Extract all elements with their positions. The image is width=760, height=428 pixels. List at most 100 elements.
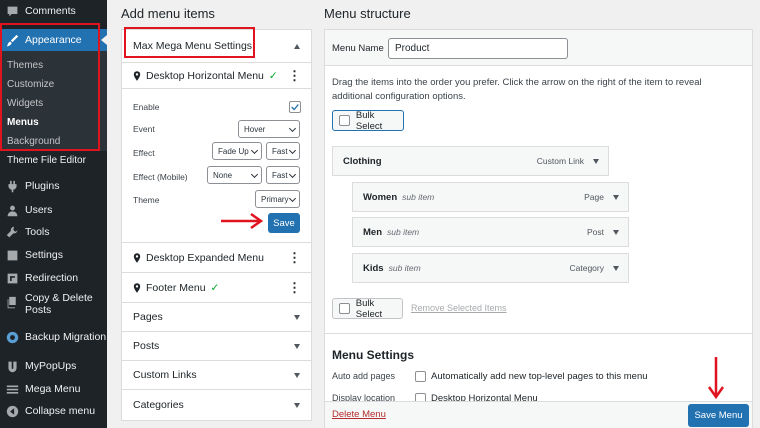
menu-item-clothing[interactable]: Clothing Custom Link [332, 146, 609, 176]
menu-item-kids[interactable]: Kids sub item Category [352, 253, 629, 283]
kebab-menu-icon[interactable]: ⋮ [288, 251, 301, 264]
section-posts[interactable]: Posts [122, 331, 311, 360]
sidebar-item-plugins[interactable]: Plugins [0, 175, 107, 197]
menu-item-men[interactable]: Men sub item Post [352, 217, 629, 247]
section-categories[interactable]: Categories [122, 389, 311, 420]
submenu-widgets[interactable]: Widgets [7, 98, 43, 109]
location-desktop-horizontal[interactable]: Desktop Horizontal Menu ✓ ⋮ [122, 62, 311, 88]
sidebar-item-copy-delete-posts[interactable]: Copy & Delete Posts [0, 292, 107, 322]
sidebar-item-comments[interactable]: Comments [0, 0, 107, 22]
enable-label: Enable [133, 102, 160, 112]
event-select[interactable]: Hover [238, 120, 300, 138]
menu-item-sub: sub item [388, 263, 421, 273]
location-pin-icon [133, 70, 141, 81]
theme-label: Theme [133, 195, 160, 205]
sidebar-item-settings[interactable]: Settings [0, 244, 107, 266]
location-label: Desktop Horizontal Menu [146, 69, 264, 82]
submenu-theme-file-editor[interactable]: Theme File Editor [7, 155, 86, 166]
sidebar-item-appearance[interactable]: Appearance [0, 29, 107, 51]
sidebar-item-redirection[interactable]: Redirection [0, 267, 107, 289]
chevron-down-icon [294, 343, 300, 349]
menu-structure-panel: Menu Name Product Drag the items into th… [324, 29, 753, 428]
theme-select[interactable]: Primary [255, 190, 300, 208]
save-button[interactable]: Save [268, 213, 300, 233]
add-items-panel: Max Mega Menu Settings Desktop Horizonta… [121, 29, 312, 421]
effect-speed-value: Fast [272, 146, 288, 156]
paintbrush-icon [5, 33, 19, 47]
users-icon [5, 203, 19, 217]
sidebar-item-label: Tools [25, 226, 50, 238]
mega-menu-settings-header[interactable]: Max Mega Menu Settings [122, 30, 311, 62]
display-location-checkbox[interactable] [415, 393, 426, 401]
location-settings-form: Enable Event Hover Effect Fade Up Fast E… [122, 88, 311, 240]
admin-sidebar: Comments Appearance Themes Customize Wid… [0, 0, 107, 428]
location-desktop-expanded[interactable]: Desktop Expanded Menu ⋮ [122, 242, 311, 272]
menu-item-type: Category [569, 263, 605, 273]
sidebar-item-mega-menu[interactable]: Mega Menu [0, 378, 107, 400]
sidebar-item-label: Backup Migration [25, 331, 107, 343]
auto-add-checkbox[interactable] [415, 371, 426, 382]
event-label: Event [133, 124, 155, 134]
submenu-themes[interactable]: Themes [7, 60, 43, 71]
effect-value: Fade Up [218, 146, 249, 156]
mega-menu-settings-title: Max Mega Menu Settings [133, 40, 253, 52]
event-value: Hover [244, 124, 266, 134]
submenu-customize[interactable]: Customize [7, 79, 54, 90]
chevron-down-icon[interactable] [613, 266, 619, 271]
enable-checkbox[interactable] [289, 101, 301, 113]
sidebar-item-collapse-menu[interactable]: Collapse menu [0, 400, 107, 422]
effect-speed-select[interactable]: Fast [266, 142, 300, 160]
menu-item-title: Kids [363, 262, 384, 274]
sidebar-item-label: Mega Menu [25, 383, 81, 395]
tools-icon [5, 225, 19, 239]
effect-label: Effect [133, 148, 155, 158]
chevron-down-icon[interactable] [593, 159, 599, 164]
section-label: Categories [133, 399, 184, 411]
section-label: Pages [133, 311, 163, 323]
menu-item-title: Women [363, 191, 398, 203]
location-pin-icon [133, 282, 141, 293]
sidebar-item-label: Redirection [25, 272, 79, 284]
sidebar-item-mypopups[interactable]: MyPopUps [0, 355, 107, 377]
bulk-select-checkbox [339, 115, 350, 126]
red-arrow-right-icon [221, 212, 264, 230]
effect-select[interactable]: Fade Up [212, 142, 262, 160]
menu-name-value: Product [395, 43, 430, 54]
sidebar-item-tools[interactable]: Tools [0, 221, 107, 243]
menu-item-type: Page [584, 192, 604, 202]
sidebar-item-backup-migration[interactable]: Backup Migration [0, 326, 107, 348]
checkmark-icon: ✓ [210, 281, 220, 294]
menu-name-input[interactable]: Product [388, 38, 568, 59]
menu-structure-title: Menu structure [324, 6, 411, 21]
bulk-select-button-bottom[interactable]: Bulk Select [332, 298, 403, 320]
location-label: Desktop Expanded Menu [146, 251, 264, 264]
submenu-menus[interactable]: Menus [7, 117, 39, 128]
effect-mobile-speed-select[interactable]: Fast [266, 166, 300, 184]
chevron-down-icon[interactable] [613, 195, 619, 200]
kebab-menu-icon[interactable]: ⋮ [288, 281, 301, 294]
current-arrow [101, 35, 107, 45]
save-menu-button[interactable]: Save Menu [688, 404, 749, 427]
sidebar-item-users[interactable]: Users [0, 199, 107, 221]
effect-mobile-select[interactable]: None [207, 166, 262, 184]
divider [325, 333, 752, 334]
kebab-menu-icon[interactable]: ⋮ [288, 69, 301, 82]
delete-menu-link[interactable]: Delete Menu [332, 409, 386, 420]
chevron-down-icon [294, 314, 300, 320]
location-footer[interactable]: Footer Menu ✓ ⋮ [122, 272, 311, 302]
menu-item-title: Men [363, 226, 382, 238]
chevron-down-icon[interactable] [613, 230, 619, 235]
menu-item-sub: sub item [387, 227, 420, 237]
display-location-row: Display location Desktop Horizontal Menu [325, 393, 752, 401]
menu-item-women[interactable]: Women sub item Page [352, 182, 629, 212]
sidebar-item-label: Plugins [25, 180, 60, 192]
sidebar-item-label: Users [25, 204, 53, 216]
section-label: Posts [133, 340, 160, 352]
auto-add-label: Auto add pages [332, 371, 396, 381]
remove-selected-link[interactable]: Remove Selected Items [411, 303, 507, 313]
section-custom-links[interactable]: Custom Links [122, 360, 311, 389]
section-pages[interactable]: Pages [122, 302, 311, 331]
submenu-background[interactable]: Background [7, 136, 60, 147]
bulk-select-button-top[interactable]: Bulk Select [332, 110, 404, 132]
theme-value: Primary [261, 194, 289, 204]
